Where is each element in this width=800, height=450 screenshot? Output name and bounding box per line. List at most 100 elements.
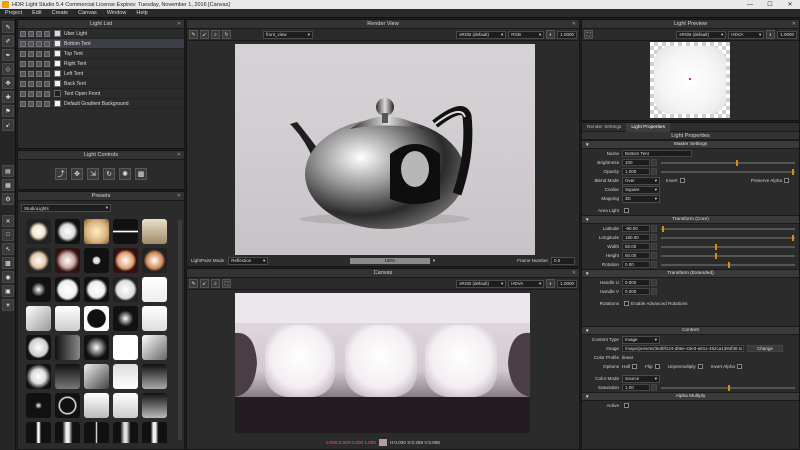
solo-checkbox[interactable] xyxy=(28,50,34,57)
rotation-spinner[interactable] xyxy=(651,261,657,268)
canvas-exposure-value[interactable]: 1.0000 xyxy=(557,279,577,288)
settings-icon[interactable]: ⚙ xyxy=(2,193,14,205)
rotation-field[interactable]: 0.00 xyxy=(622,261,650,268)
render-exposure-value[interactable]: 1.0000 xyxy=(557,30,577,39)
lock-checkbox[interactable] xyxy=(36,50,42,57)
visibility-checkbox[interactable] xyxy=(20,50,26,57)
fit-icon[interactable]: ⛶ xyxy=(222,279,231,288)
preset-thumbnail[interactable] xyxy=(55,364,80,389)
close-icon[interactable]: ✕ xyxy=(177,21,181,27)
zoom-icon[interactable]: ⌕ xyxy=(211,30,220,39)
select-tool-icon[interactable]: ➹ xyxy=(2,119,14,131)
visibility-checkbox[interactable] xyxy=(20,40,26,47)
preset-thumbnail[interactable] xyxy=(55,335,80,360)
image-path-field[interactable]: /maps/presets/3ed0f124-d86e-43e3-a611-45… xyxy=(622,345,744,352)
close-icon[interactable]: ✕ xyxy=(792,21,796,27)
add-light-icon[interactable]: ✚ xyxy=(2,91,14,103)
visibility-checkbox[interactable] xyxy=(20,70,26,77)
solo-checkbox[interactable] xyxy=(28,40,34,47)
light-list-item[interactable]: Left Tent xyxy=(18,69,184,79)
preset-thumbnail[interactable] xyxy=(142,364,167,389)
light-list-item[interactable]: Default Gradient Background xyxy=(18,99,184,109)
link-checkbox[interactable] xyxy=(44,70,50,77)
handle-u-spinner[interactable] xyxy=(651,279,657,286)
visibility-checkbox[interactable] xyxy=(20,60,26,67)
menu-window[interactable]: Window xyxy=(102,10,132,16)
preserve-alpha-checkbox[interactable] xyxy=(784,178,789,183)
slider-knob[interactable] xyxy=(792,168,795,175)
lock-checkbox[interactable] xyxy=(36,60,42,67)
invert-checkbox[interactable] xyxy=(679,178,685,183)
delete-icon[interactable]: ✕ xyxy=(2,215,14,227)
saturation-spinner[interactable] xyxy=(651,384,657,391)
preset-thumbnail[interactable] xyxy=(113,393,138,418)
content-type-select[interactable]: Image ▾ xyxy=(622,335,660,344)
slider-knob[interactable] xyxy=(792,234,795,241)
preset-thumbnail[interactable] xyxy=(26,393,51,418)
move-icon[interactable]: ✥ xyxy=(71,168,83,180)
width-field[interactable]: 50.00 xyxy=(622,243,650,250)
opacity-spinner[interactable] xyxy=(651,168,657,175)
light-list-item[interactable]: Uber Light xyxy=(18,29,184,39)
rotate-icon[interactable]: ↻ xyxy=(103,168,115,180)
preset-thumbnail[interactable] xyxy=(84,277,109,302)
preset-thumbnail[interactable] xyxy=(84,422,109,443)
preset-category-select[interactable]: StudioLights ▾ xyxy=(21,204,111,212)
maximize-button[interactable]: ☐ xyxy=(760,0,780,9)
preset-thumbnail[interactable] xyxy=(84,248,109,273)
exposure-icon[interactable]: ◐ xyxy=(546,279,556,288)
solo-checkbox[interactable] xyxy=(28,100,34,107)
solo-checkbox[interactable] xyxy=(28,70,34,77)
visibility-checkbox[interactable] xyxy=(20,100,26,107)
link-checkbox[interactable] xyxy=(44,50,50,57)
preset-thumbnail[interactable] xyxy=(113,335,138,360)
opacity-field[interactable]: 1.000 xyxy=(622,168,650,175)
grid-icon[interactable]: ▩ xyxy=(2,257,14,269)
flag-icon[interactable]: ⚑ xyxy=(2,105,14,117)
slider-knob[interactable] xyxy=(662,225,665,232)
sun-icon[interactable]: ☀ xyxy=(2,299,14,311)
move-tool-icon[interactable]: ✥ xyxy=(2,77,14,89)
link-checkbox[interactable] xyxy=(44,30,50,37)
preset-thumbnail[interactable] xyxy=(113,219,138,244)
content-section[interactable]: ▼ Content xyxy=(582,326,799,335)
eraser-tool-icon[interactable]: ◇ xyxy=(2,63,14,75)
longitude-spinner[interactable] xyxy=(651,234,657,241)
half-checkbox[interactable] xyxy=(632,364,638,369)
preset-thumbnail[interactable] xyxy=(84,393,109,418)
light-list-item[interactable]: Bottom Tent xyxy=(18,39,184,49)
preset-thumbnail[interactable] xyxy=(26,277,51,302)
solo-checkbox[interactable] xyxy=(28,30,34,37)
preset-thumbnail[interactable] xyxy=(84,306,109,331)
height-spinner[interactable] xyxy=(651,252,657,259)
render-image[interactable] xyxy=(235,44,535,262)
preview-colorspace-select[interactable]: sRGB (default) ▾ xyxy=(676,30,727,39)
preset-thumbnail[interactable] xyxy=(26,364,51,389)
tab-render-settings[interactable]: Render Settings xyxy=(582,125,626,130)
change-image-button[interactable]: Change xyxy=(747,345,783,352)
handle-v-spinner[interactable] xyxy=(651,288,657,295)
preset-thumbnail[interactable] xyxy=(84,219,109,244)
menu-project[interactable]: Project xyxy=(0,10,27,16)
preset-thumbnail[interactable] xyxy=(142,306,167,331)
lightpaint-mode-select[interactable]: Reflection ▾ xyxy=(228,256,269,265)
preset-thumbnail[interactable] xyxy=(142,277,167,302)
light-list-item[interactable]: Right Tent xyxy=(18,59,184,69)
preset-thumbnail[interactable] xyxy=(113,306,138,331)
latitude-slider[interactable] xyxy=(661,225,795,232)
menu-help[interactable]: Help xyxy=(131,10,152,16)
slider-knob[interactable] xyxy=(714,243,717,250)
visibility-checkbox[interactable] xyxy=(20,30,26,37)
preset-thumbnail[interactable] xyxy=(142,422,167,443)
link-checkbox[interactable] xyxy=(44,40,50,47)
advanced-rotations-checkbox[interactable] xyxy=(624,301,629,306)
mapping-select[interactable]: 3D ▾ xyxy=(622,194,660,203)
preset-thumbnail[interactable] xyxy=(55,219,80,244)
canvas-image[interactable] xyxy=(235,293,530,433)
tab-light-properties[interactable]: Light Properties xyxy=(626,123,671,132)
preset-thumbnail[interactable] xyxy=(84,364,109,389)
preset-thumbnail[interactable] xyxy=(55,306,80,331)
preview-channel-select[interactable]: HDVA ▾ xyxy=(728,30,765,39)
brush-tool-icon[interactable]: ✐ xyxy=(2,35,14,47)
square-light-icon[interactable]: □ xyxy=(2,229,14,241)
